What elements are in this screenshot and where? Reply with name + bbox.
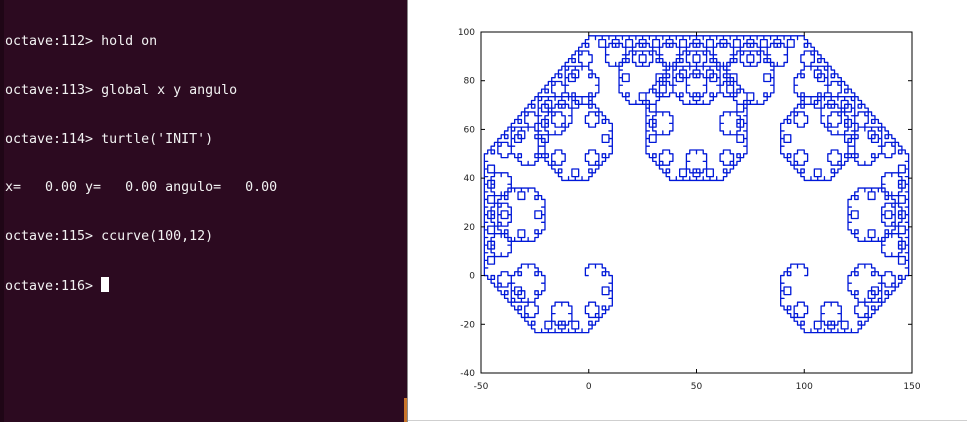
x-tick-label: 100 [796,382,813,392]
terminal-line: octave:113> global x y angulo [5,83,238,98]
text-cursor [101,277,110,293]
terminal-output: octave:112> hold on octave:113> global x… [5,2,277,326]
x-axis-ticks: -50 0 50 100 150 [474,32,921,392]
plot-figure: -50 0 50 100 150 -40 -20 0 20 40 60 80 100 [458,28,921,392]
y-tick-label: 20 [464,223,476,233]
ccurve-series [483,35,910,334]
y-tick-label: 100 [458,28,475,38]
y-tick-label: -40 [460,369,475,379]
y-tick-label: 80 [464,77,476,87]
window-bottom-edge [408,420,967,421]
terminal-prompt-line[interactable]: octave:116> [5,277,277,294]
y-tick-label: 40 [464,174,476,184]
terminal-scrollbar-marker [404,398,407,422]
desktop-screen: octave:112> hold on octave:113> global x… [0,0,967,422]
terminal-line: octave:114> turtle('INIT') [5,131,214,147]
terminal-line: x= 0.00 y= 0.00 angulo= 0.00 [5,180,278,196]
x-tick-label: 150 [903,382,920,392]
terminal-line: octave:112> hold on [5,34,158,50]
y-axis-ticks: -40 -20 0 20 40 60 80 100 [458,28,912,379]
x-tick-label: 50 [691,382,703,392]
y-tick-label: 60 [464,125,476,135]
x-tick-label: 0 [586,382,592,392]
terminal-line: octave:115> ccurve(100,12) [5,228,214,244]
octave-terminal[interactable]: octave:112> hold on octave:113> global x… [0,0,408,422]
x-tick-label: -50 [474,382,489,392]
ccurve-line [483,35,910,334]
y-tick-label: -20 [460,320,475,330]
plot-window[interactable]: -50 0 50 100 150 -40 -20 0 20 40 60 80 100 [408,0,967,422]
terminal-border [0,0,4,422]
y-tick-label: 0 [469,272,475,282]
